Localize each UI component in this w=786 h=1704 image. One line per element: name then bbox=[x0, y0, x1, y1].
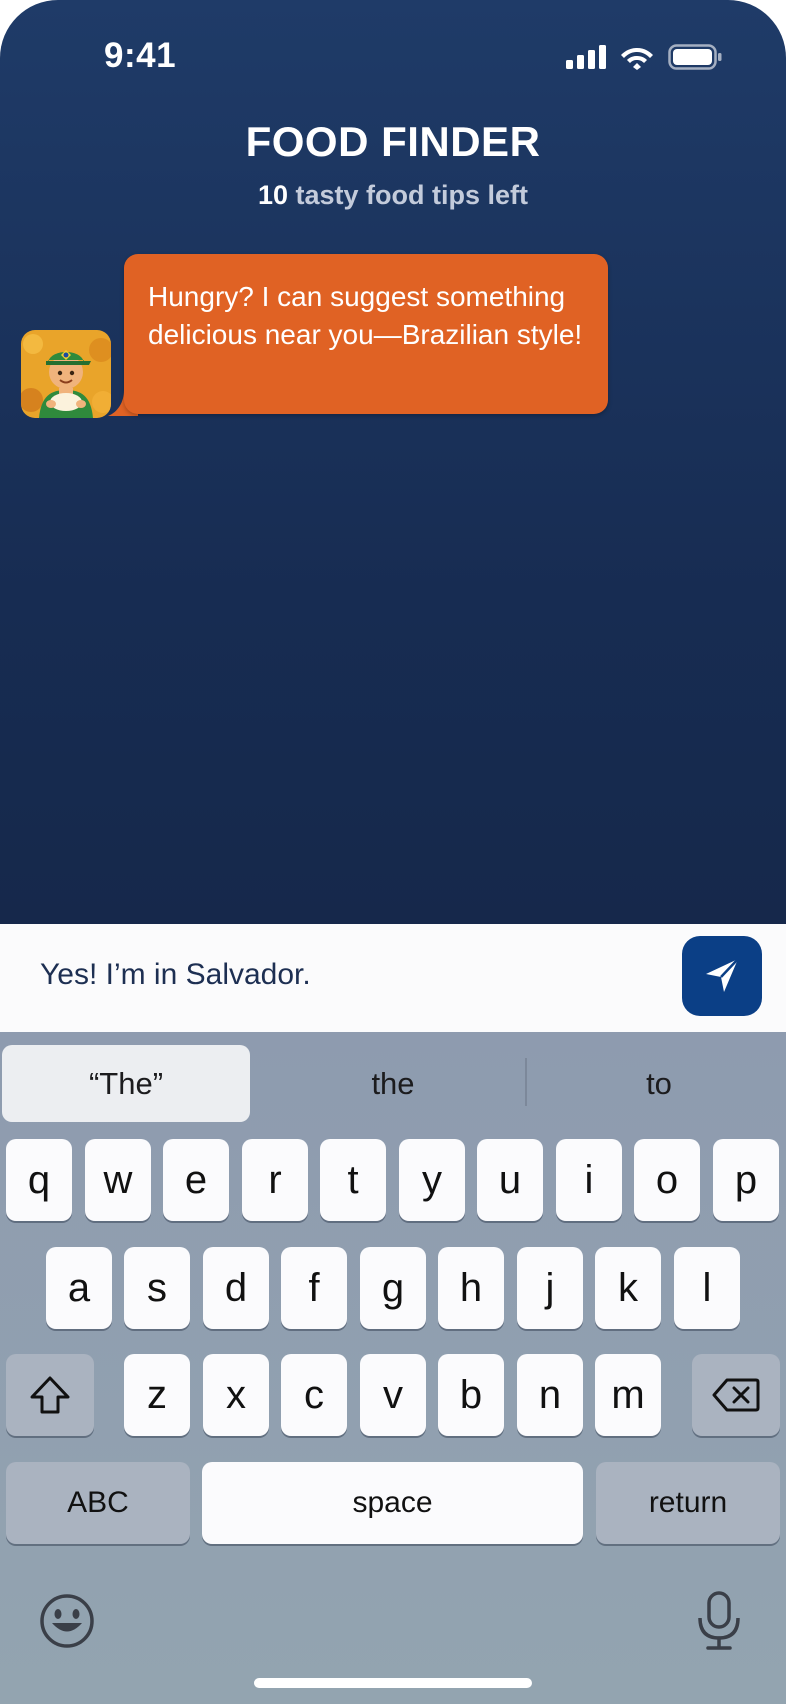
key-m[interactable]: m bbox=[595, 1354, 661, 1436]
key-w[interactable]: w bbox=[85, 1139, 151, 1221]
tips-remaining: 10 tasty food tips left bbox=[0, 180, 786, 211]
backspace-icon bbox=[712, 1378, 760, 1412]
shift-icon bbox=[30, 1376, 70, 1414]
key-x[interactable]: x bbox=[203, 1354, 269, 1436]
suggestion-2[interactable]: the bbox=[262, 1045, 524, 1122]
key-q[interactable]: q bbox=[6, 1139, 72, 1221]
suggestion-3[interactable]: to bbox=[528, 1045, 786, 1122]
key-j[interactable]: j bbox=[517, 1247, 583, 1329]
key-b[interactable]: b bbox=[438, 1354, 504, 1436]
wifi-icon bbox=[621, 48, 653, 70]
backspace-key[interactable] bbox=[692, 1354, 780, 1436]
signal-icon bbox=[566, 45, 606, 69]
key-u[interactable]: u bbox=[477, 1139, 543, 1221]
key-y[interactable]: y bbox=[399, 1139, 465, 1221]
key-l[interactable]: l bbox=[674, 1247, 740, 1329]
status-icons bbox=[566, 44, 722, 70]
status-time: 9:41 bbox=[104, 36, 177, 75]
send-button[interactable] bbox=[682, 936, 762, 1016]
return-key[interactable]: return bbox=[596, 1462, 780, 1544]
tips-count: 10 bbox=[257, 180, 289, 210]
bot-avatar bbox=[21, 330, 111, 418]
suggestion-1[interactable]: “The” bbox=[2, 1045, 250, 1122]
abc-key[interactable]: ABC bbox=[6, 1462, 190, 1544]
key-a[interactable]: a bbox=[46, 1247, 112, 1329]
key-t[interactable]: t bbox=[320, 1139, 386, 1221]
suggestion-divider bbox=[525, 1058, 527, 1106]
tips-text: tasty food tips left bbox=[288, 180, 529, 210]
message-input[interactable]: Yes! I’m in Salvador. bbox=[40, 958, 311, 992]
chef-avatar-image bbox=[21, 330, 111, 418]
key-v[interactable]: v bbox=[360, 1354, 426, 1436]
message-input-bar: Yes! I’m in Salvador. bbox=[0, 924, 786, 1032]
bot-message-bubble: Hungry? I can suggest something deliciou… bbox=[124, 254, 608, 414]
key-i[interactable]: i bbox=[556, 1139, 622, 1221]
home-indicator[interactable] bbox=[254, 1678, 532, 1688]
key-g[interactable]: g bbox=[360, 1247, 426, 1329]
key-n[interactable]: n bbox=[517, 1354, 583, 1436]
send-icon bbox=[706, 958, 739, 992]
space-key[interactable]: space bbox=[202, 1462, 583, 1544]
battery-icon bbox=[668, 44, 722, 70]
key-f[interactable]: f bbox=[281, 1247, 347, 1329]
key-e[interactable]: e bbox=[163, 1139, 229, 1221]
key-c[interactable]: c bbox=[281, 1354, 347, 1436]
key-o[interactable]: o bbox=[634, 1139, 700, 1221]
emoji-icon[interactable] bbox=[38, 1592, 96, 1650]
app-title: FOOD FINDER bbox=[245, 118, 541, 165]
shift-key[interactable] bbox=[6, 1354, 94, 1436]
key-h[interactable]: h bbox=[438, 1247, 504, 1329]
keyboard: “The” the to q w e r t y u i o p a s d f… bbox=[0, 1032, 786, 1704]
key-k[interactable]: k bbox=[595, 1247, 661, 1329]
key-d[interactable]: d bbox=[203, 1247, 269, 1329]
key-z[interactable]: z bbox=[124, 1354, 190, 1436]
key-r[interactable]: r bbox=[242, 1139, 308, 1221]
microphone-icon[interactable] bbox=[694, 1590, 744, 1652]
key-p[interactable]: p bbox=[713, 1139, 779, 1221]
key-s[interactable]: s bbox=[124, 1247, 190, 1329]
bot-message-text: Hungry? I can suggest something deliciou… bbox=[148, 281, 583, 350]
